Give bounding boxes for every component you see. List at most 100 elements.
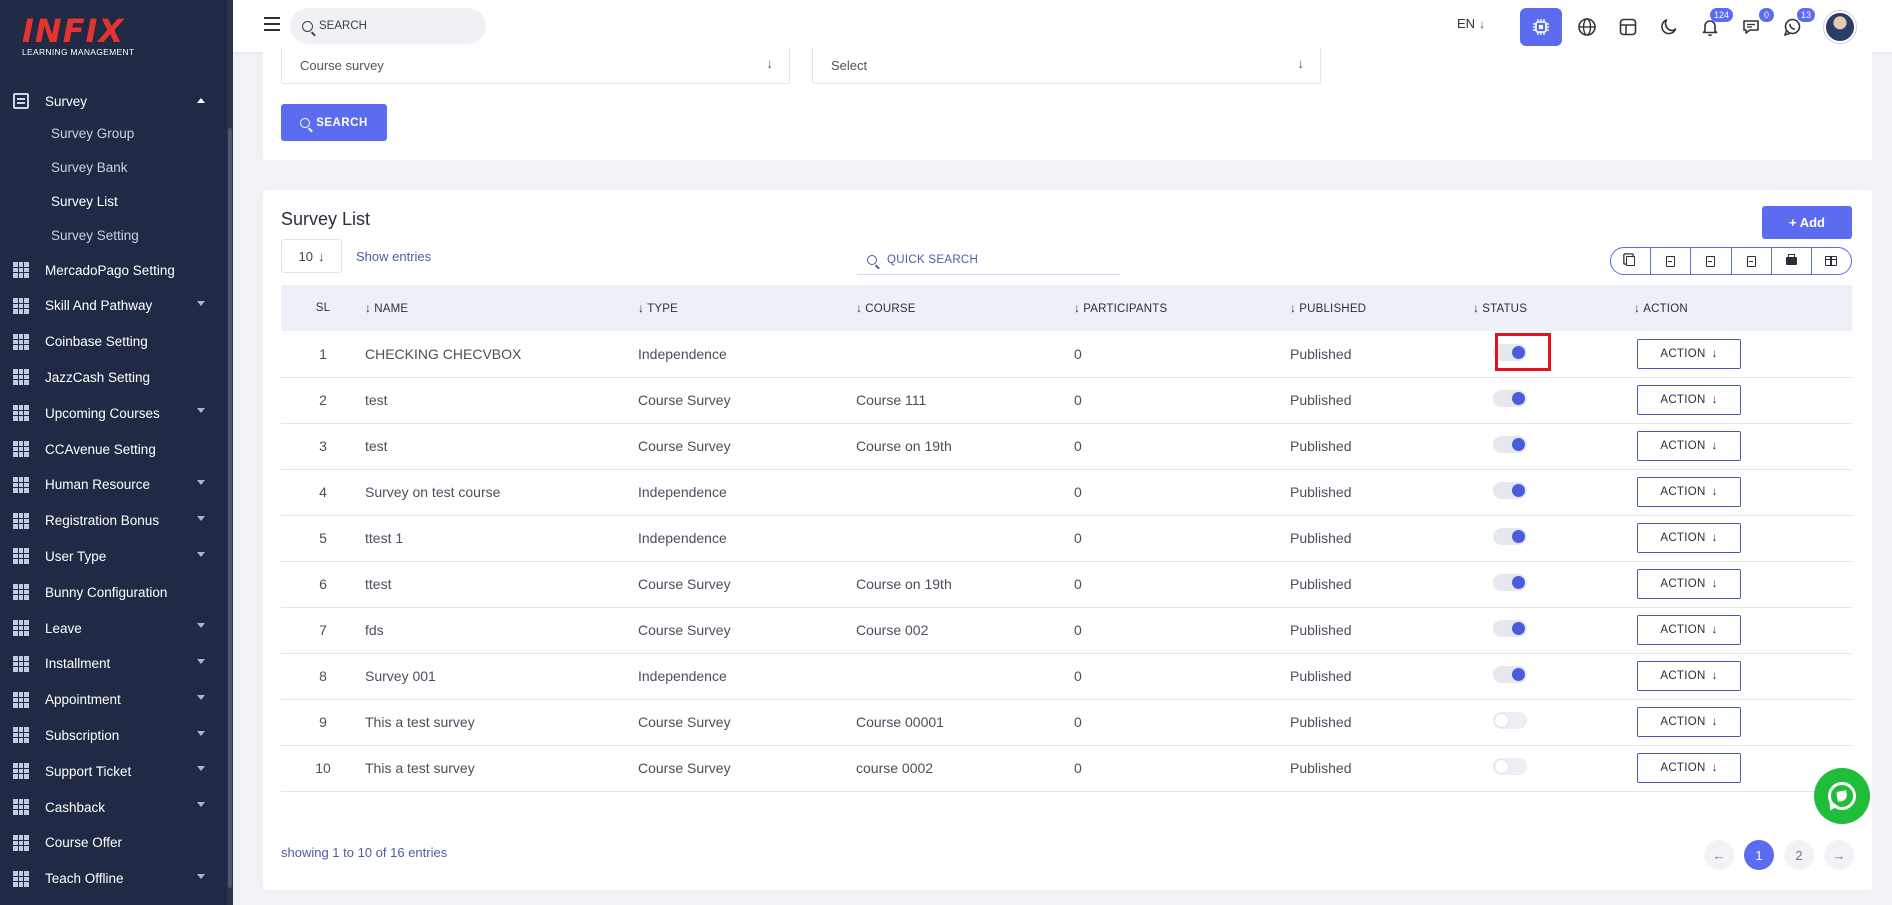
action-button[interactable]: ACTION ↓ <box>1637 523 1741 553</box>
menu-toggle-icon[interactable] <box>264 17 280 31</box>
action-button[interactable]: ACTION ↓ <box>1637 753 1741 783</box>
action-button[interactable]: ACTION ↓ <box>1637 661 1741 691</box>
column-header-participants[interactable]: ↓ PARTICIPANTS <box>1074 285 1290 331</box>
sidebar-scrollbar[interactable] <box>227 0 233 905</box>
entries-per-page-select[interactable]: 10 ↓ <box>281 239 342 273</box>
sidebar-subitem-survey-setting[interactable]: Survey Setting <box>0 218 227 252</box>
column-header-sl[interactable]: SL <box>281 285 365 331</box>
sidebar-item-subscription[interactable]: Subscription <box>0 718 227 754</box>
action-button[interactable]: ACTION ↓ <box>1637 707 1741 737</box>
whatsapp-icon[interactable]: 13 <box>1777 8 1815 42</box>
whatsapp-chat-button[interactable] <box>1814 768 1870 824</box>
sidebar-subitem-survey-bank[interactable]: Survey Bank <box>0 150 227 184</box>
action-button[interactable]: ACTION ↓ <box>1637 477 1741 507</box>
bell-icon[interactable]: 124 <box>1695 8 1733 42</box>
status-toggle[interactable] <box>1493 390 1527 407</box>
cell-status <box>1473 377 1634 424</box>
sidebar-item-installment[interactable]: Installment <box>0 646 227 682</box>
sidebar-item-course-offer[interactable]: Course Offer <box>0 825 227 861</box>
action-button[interactable]: ACTION ↓ <box>1637 431 1741 461</box>
sidebar-item-teach-offline[interactable]: Teach Offline <box>0 861 227 897</box>
moon-icon[interactable] <box>1654 12 1684 42</box>
chat-icon[interactable]: 0 <box>1736 8 1774 42</box>
csv-icon <box>1666 255 1676 267</box>
arrow-down-icon: ↓ <box>1711 532 1718 544</box>
add-survey-button[interactable]: + Add <box>1762 206 1852 239</box>
sidebar-item-ccavenue-setting[interactable]: CCAvenue Setting <box>0 431 227 467</box>
status-toggle[interactable] <box>1493 666 1527 683</box>
quick-search[interactable] <box>857 245 1120 275</box>
logo[interactable]: INFIX LEARNING MANAGEMENT <box>22 14 142 64</box>
pagination-page-1[interactable]: 1 <box>1744 840 1774 870</box>
cell-participants: 0 <box>1074 423 1290 470</box>
column-header-name[interactable]: ↓ NAME <box>365 285 638 331</box>
chip-icon[interactable] <box>1520 8 1562 46</box>
sidebar-item-upcoming-courses[interactable]: Upcoming Courses <box>0 395 227 431</box>
status-toggle[interactable] <box>1493 343 1527 361</box>
column-header-course[interactable]: ↓ COURSE <box>856 285 1074 331</box>
column-header-published[interactable]: ↓ PUBLISHED <box>1290 285 1473 331</box>
sidebar-item-user-type[interactable]: User Type <box>0 539 227 575</box>
action-button[interactable]: ACTION ↓ <box>1637 338 1741 369</box>
action-button[interactable]: ACTION ↓ <box>1637 615 1741 645</box>
sidebar-item-label: Course Offer <box>45 835 123 851</box>
sidebar-item-human-resource[interactable]: Human Resource <box>0 467 227 503</box>
status-toggle-knob <box>1512 668 1525 681</box>
filter-search-button[interactable]: SEARCH <box>281 104 387 141</box>
header-search[interactable] <box>290 8 486 44</box>
cell-type: Independence <box>638 653 856 700</box>
copy-button[interactable] <box>1611 248 1652 274</box>
status-toggle[interactable] <box>1493 712 1527 729</box>
search-icon <box>867 254 877 265</box>
print-button[interactable] <box>1772 248 1812 274</box>
sidebar-item-leave[interactable]: Leave <box>0 610 227 646</box>
sidebar-subitem-survey-group[interactable]: Survey Group <box>0 116 227 150</box>
sidebar-subitem-survey-list[interactable]: Survey List <box>0 184 227 218</box>
status-toggle[interactable] <box>1493 528 1527 545</box>
cell-sl: 4 <box>281 469 365 516</box>
caret-down-icon <box>197 515 205 521</box>
action-button[interactable]: ACTION ↓ <box>1637 569 1741 599</box>
status-toggle[interactable] <box>1493 482 1527 499</box>
status-toggle[interactable] <box>1493 758 1527 775</box>
status-toggle[interactable] <box>1493 574 1527 591</box>
sidebar-item-coinbase-setting[interactable]: Coinbase Setting <box>0 324 227 360</box>
pagination-next-button[interactable]: → <box>1824 840 1854 870</box>
csv-button[interactable] <box>1651 248 1692 274</box>
sidebar-item-appointment[interactable]: Appointment <box>0 682 227 718</box>
pagination-prev-button[interactable]: ← <box>1704 840 1734 870</box>
cell-type: Course Survey <box>638 423 856 470</box>
sidebar-item-skill-and-pathway[interactable]: Skill And Pathway <box>0 288 227 324</box>
pdf-button[interactable] <box>1732 248 1772 274</box>
secondary-select[interactable]: Select ↓ <box>812 48 1321 84</box>
header-search-input[interactable] <box>319 20 469 32</box>
excel-button[interactable] <box>1691 248 1732 274</box>
sidebar-item-mercadopago-setting[interactable]: MercadoPago Setting <box>0 252 227 288</box>
action-button[interactable]: ACTION ↓ <box>1637 385 1741 415</box>
cell-course: Course 111 <box>856 377 1074 424</box>
pagination-page-2[interactable]: 2 <box>1784 840 1814 870</box>
quick-search-input[interactable] <box>887 253 1087 266</box>
column-header-action[interactable]: ↓ ACTION <box>1634 285 1852 331</box>
sidebar-group-survey[interactable]: Survey <box>0 86 227 116</box>
sidebar-scrollbar-thumb[interactable] <box>228 128 232 888</box>
status-toggle[interactable] <box>1493 620 1527 637</box>
layout-icon[interactable] <box>1613 12 1643 42</box>
globe-icon[interactable] <box>1572 12 1602 42</box>
sidebar-item-jazzcash-setting[interactable]: JazzCash Setting <box>0 360 227 396</box>
avatar[interactable] <box>1824 11 1856 43</box>
grid-icon <box>13 369 29 386</box>
sidebar-item-support-ticket[interactable]: Support Ticket <box>0 753 227 789</box>
course-type-select[interactable]: Course survey ↓ <box>281 48 790 84</box>
sidebar-item-cashback[interactable]: Cashback <box>0 789 227 825</box>
status-toggle-knob <box>1495 760 1508 773</box>
columns-button[interactable] <box>1812 248 1851 274</box>
sidebar-item-registration-bonus[interactable]: Registration Bonus <box>0 503 227 539</box>
grid-icon <box>13 691 29 708</box>
column-header-status[interactable]: ↓ STATUS <box>1473 285 1634 331</box>
status-toggle[interactable] <box>1493 436 1527 453</box>
language-selector[interactable]: EN ↓ <box>1457 16 1485 31</box>
sidebar-item-bunny-configuration[interactable]: Bunny Configuration <box>0 574 227 610</box>
column-header-type[interactable]: ↓ TYPE <box>638 285 856 331</box>
action-button-label: ACTION <box>1660 762 1706 774</box>
